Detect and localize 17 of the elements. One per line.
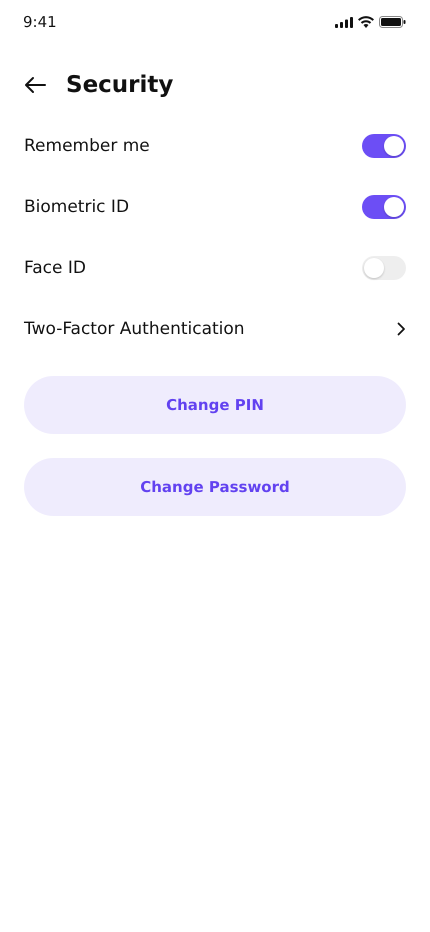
status-time: 9:41 bbox=[23, 13, 57, 31]
back-button[interactable] bbox=[24, 76, 46, 94]
wifi-icon bbox=[358, 16, 374, 28]
back-arrow-icon bbox=[24, 76, 46, 94]
page-title: Security bbox=[66, 72, 174, 98]
toggle-switch[interactable] bbox=[362, 256, 406, 280]
action-button[interactable]: Change Password bbox=[24, 458, 406, 516]
battery-icon bbox=[379, 16, 406, 28]
toggle-switch[interactable] bbox=[362, 194, 406, 218]
setting-label: Biometric ID bbox=[24, 196, 130, 216]
setting-label: Two-Factor Authentication bbox=[24, 318, 245, 338]
signal-icon bbox=[335, 16, 353, 28]
setting-label: Remember me bbox=[24, 136, 150, 156]
toggle-switch[interactable] bbox=[362, 134, 406, 158]
chevron-right-icon[interactable] bbox=[397, 322, 406, 336]
setting-label: Face ID bbox=[24, 258, 86, 278]
action-button[interactable]: Change PIN bbox=[24, 376, 406, 434]
